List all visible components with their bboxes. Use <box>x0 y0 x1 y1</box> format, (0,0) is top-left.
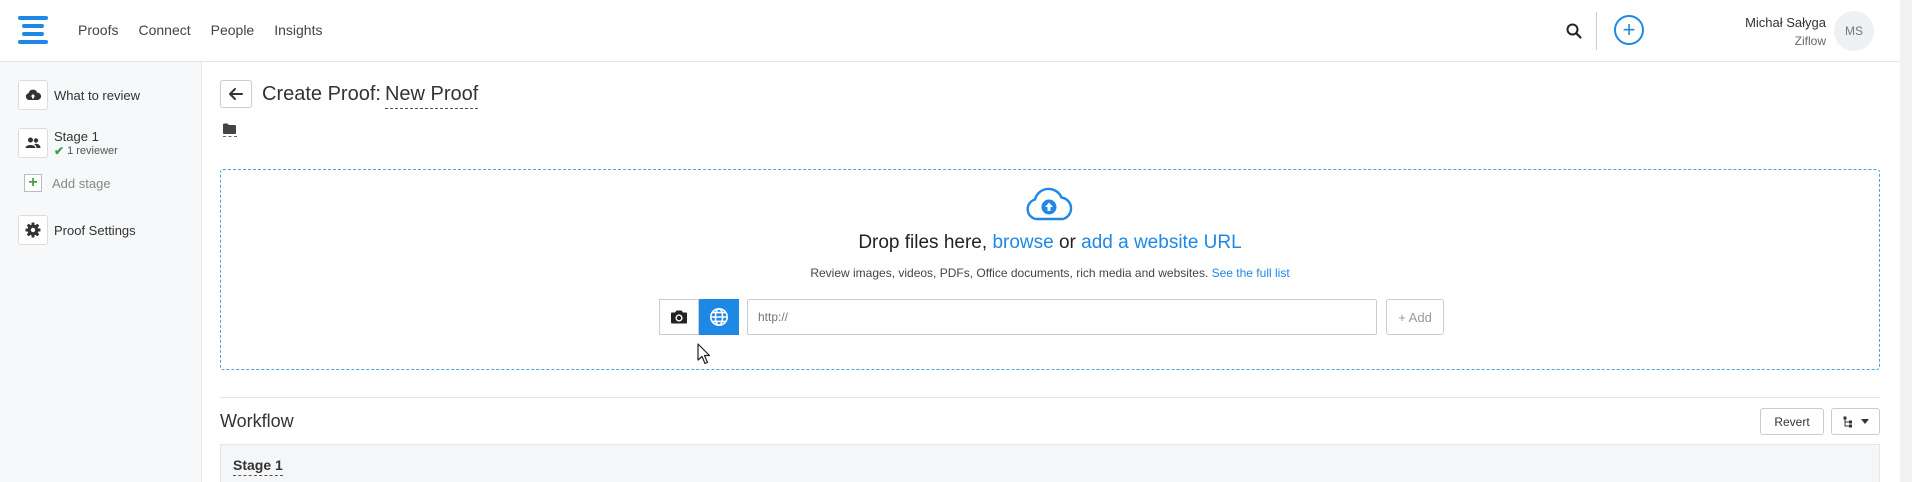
sidebar-item-label: Proof Settings <box>54 222 136 238</box>
gear-icon <box>18 215 48 245</box>
search-icon[interactable] <box>1562 19 1586 43</box>
workflow-view-dropdown[interactable] <box>1831 408 1880 435</box>
sidebar-stage-name: Stage 1 <box>54 128 99 144</box>
create-plus-button[interactable]: + <box>1614 15 1644 45</box>
sidebar-item-stage-1[interactable]: Stage 1 ✔ 1 reviewer <box>18 128 118 158</box>
add-website-url-link[interactable]: add a website URL <box>1081 232 1242 253</box>
page-scrollbar[interactable] <box>1900 0 1912 482</box>
add-stage-label: Add stage <box>52 175 111 191</box>
nav-insights[interactable]: Insights <box>274 22 322 38</box>
file-dropzone[interactable]: Drop files here, browse or add a website… <box>220 169 1880 370</box>
cloud-upload-icon <box>18 80 48 110</box>
top-bar: Proofs Connect People Insights + Michał … <box>0 0 1912 62</box>
supported-formats-text: Review images, videos, PDFs, Office docu… <box>221 266 1879 280</box>
add-stage-button[interactable]: + Add stage <box>24 174 111 192</box>
sidebar-item-proof-settings[interactable]: Proof Settings <box>18 215 136 245</box>
drop-title-text: Drop files here, <box>858 232 993 253</box>
workflow-stage-panel: Stage 1 <box>220 444 1880 482</box>
folder-icon[interactable] <box>223 121 237 137</box>
reviewer-count: 1 reviewer <box>67 144 118 157</box>
proof-name-editable[interactable]: New Proof <box>384 83 479 109</box>
nav-connect[interactable]: Connect <box>138 22 190 38</box>
top-divider <box>1596 12 1597 50</box>
see-full-list-link[interactable]: See the full list <box>1212 266 1290 280</box>
revert-button[interactable]: Revert <box>1760 408 1824 435</box>
check-icon: ✔ <box>54 143 65 158</box>
nav-people[interactable]: People <box>211 22 255 38</box>
arrow-left-icon <box>229 88 243 100</box>
page-title-prefix: Create Proof: <box>262 83 381 105</box>
nav-proofs[interactable]: Proofs <box>78 22 118 38</box>
cloud-upload-icon <box>1026 187 1073 221</box>
people-icon <box>18 128 48 158</box>
browse-link[interactable]: browse <box>992 232 1053 253</box>
camera-icon[interactable] <box>659 299 699 335</box>
caret-down-icon <box>1860 419 1869 424</box>
back-button[interactable] <box>220 80 252 108</box>
add-url-button[interactable]: + Add <box>1386 299 1444 335</box>
user-org: Ziflow <box>1794 34 1826 48</box>
mouse-pointer-icon <box>697 343 711 365</box>
main-nav: Proofs Connect People Insights <box>78 22 322 38</box>
supported-formats-label: Review images, videos, PDFs, Office docu… <box>810 266 1212 280</box>
section-divider <box>220 397 1880 398</box>
workflow-stage-name[interactable]: Stage 1 <box>233 457 283 476</box>
globe-icon[interactable] <box>699 299 739 335</box>
sidebar-item-what-to-review[interactable]: What to review <box>18 80 140 110</box>
drop-title: Drop files here, browse or add a website… <box>221 232 1879 254</box>
workflow-title: Workflow <box>220 411 294 431</box>
sidebar-stage-reviewers: ✔ 1 reviewer <box>54 144 118 158</box>
avatar[interactable]: MS <box>1834 11 1874 51</box>
user-name[interactable]: Michał Sałyga <box>1745 15 1826 30</box>
plus-icon: + <box>24 174 42 192</box>
sidebar: What to review Stage 1 ✔ 1 reviewer + Ad… <box>0 62 202 482</box>
tree-view-icon <box>1843 416 1852 427</box>
drop-title-or: or <box>1053 232 1082 253</box>
page-title: Create Proof: New Proof <box>262 83 479 109</box>
ziflow-logo-icon[interactable] <box>18 16 48 44</box>
sidebar-item-label: What to review <box>54 87 140 103</box>
website-url-input[interactable] <box>747 299 1377 335</box>
input-mode-toggle <box>659 299 739 335</box>
